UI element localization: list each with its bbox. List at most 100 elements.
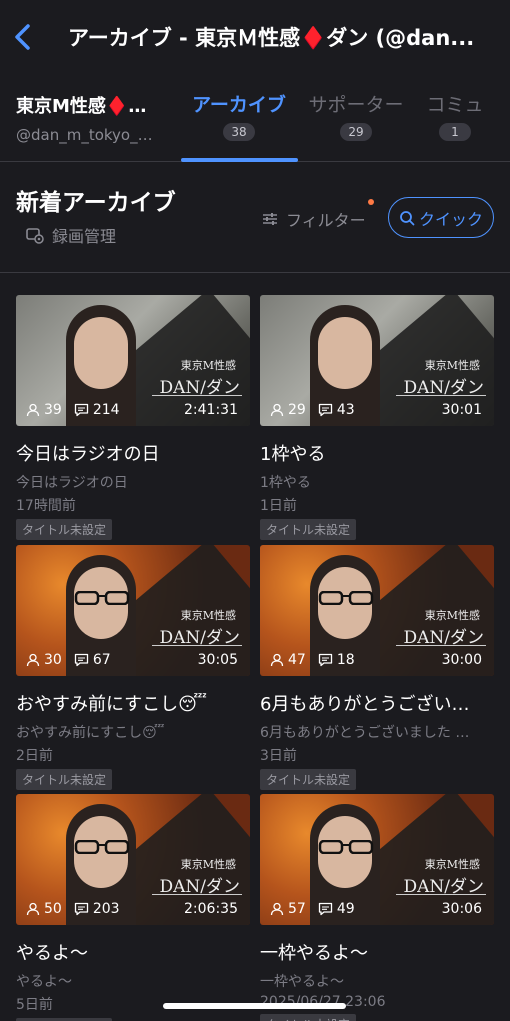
archive-subtitle: 一枠やるよ〜 bbox=[260, 974, 344, 990]
archive-section-header: 新着アーカイブ 録画管理 フィルター クイック bbox=[0, 163, 510, 273]
comment-icon bbox=[318, 902, 332, 916]
thumbnail-glasses bbox=[318, 840, 374, 854]
user-icon bbox=[270, 902, 284, 916]
comment-count: 18 bbox=[336, 652, 355, 668]
filter-sliders-icon bbox=[263, 213, 277, 225]
viewer-stat: 30 bbox=[26, 652, 62, 668]
viewer-stat: 39 bbox=[26, 402, 62, 418]
comment-icon bbox=[74, 653, 88, 667]
thumbnail-rule bbox=[396, 894, 486, 895]
comment-stat: 18 bbox=[318, 652, 355, 668]
viewer-count: 30 bbox=[44, 652, 62, 668]
filter-button[interactable]: フィルター bbox=[262, 207, 366, 231]
channel-tab-bar: 東京M性感♦️… @dan_m_tokyo_… アーカイブ 38 サポーター 2… bbox=[0, 74, 510, 162]
user-icon bbox=[26, 403, 40, 417]
archive-card[interactable]: 東京M性感 DAN/ダン 39 214 2:41:31 今日はラジオの日 今日は… bbox=[16, 295, 250, 540]
recording-settings-icon bbox=[26, 228, 44, 244]
thumbnail-brand-small: 東京M性感 bbox=[180, 858, 236, 871]
comment-icon bbox=[318, 653, 332, 667]
archive-stats: 30 67 bbox=[26, 652, 111, 668]
archive-thumbnail[interactable]: 東京M性感 DAN/ダン 29 43 30:01 bbox=[260, 295, 494, 426]
thumbnail-brand-small: 東京M性感 bbox=[424, 858, 480, 871]
archive-thumbnail[interactable]: 東京M性感 DAN/ダン 57 49 30:06 bbox=[260, 794, 494, 925]
archive-tag: タイトル未設定 bbox=[260, 519, 357, 540]
recording-management-button[interactable]: 録画管理 bbox=[26, 223, 116, 247]
thumbnail-brand-small: 東京M性感 bbox=[180, 359, 236, 372]
archive-card[interactable]: 東京M性感 DAN/ダン 50 203 2:06:35 やるよ〜 やるよ〜 5日… bbox=[16, 794, 250, 1021]
archive-card[interactable]: 東京M性感 DAN/ダン 30 67 30:05 おやすみ前にすこし😴 おやすみ… bbox=[16, 545, 250, 790]
comment-stat: 43 bbox=[318, 402, 355, 418]
active-tab-indicator bbox=[181, 158, 298, 162]
comment-stat: 214 bbox=[74, 402, 120, 418]
thumbnail-glasses bbox=[74, 341, 130, 355]
tab-community-label: コミュ bbox=[426, 94, 484, 116]
filter-notification-dot bbox=[368, 199, 374, 205]
thumbnail-glasses bbox=[318, 591, 374, 605]
tab-archive[interactable]: アーカイブ 38 bbox=[190, 90, 288, 141]
duration-label: 30:05 bbox=[197, 652, 238, 668]
comment-stat: 49 bbox=[318, 901, 355, 917]
viewer-stat: 29 bbox=[270, 402, 306, 418]
thumbnail-rule bbox=[152, 395, 242, 396]
archive-card[interactable]: 東京M性感 DAN/ダン 29 43 30:01 1枠やる 1枠やる 1日前 タ… bbox=[260, 295, 494, 540]
archive-thumbnail[interactable]: 東京M性感 DAN/ダン 39 214 2:41:31 bbox=[16, 295, 250, 426]
archive-thumbnail[interactable]: 東京M性感 DAN/ダン 30 67 30:05 bbox=[16, 545, 250, 676]
viewer-count: 47 bbox=[288, 652, 306, 668]
comment-stat: 67 bbox=[74, 652, 111, 668]
channel-handle: @dan_m_tokyo_… bbox=[16, 126, 153, 144]
archive-title: 1枠やる bbox=[260, 444, 326, 465]
tab-archive-count: 38 bbox=[223, 123, 255, 141]
comment-icon bbox=[318, 403, 332, 417]
archive-time: 17時間前 bbox=[16, 498, 76, 514]
viewer-count: 39 bbox=[44, 402, 62, 418]
thumbnail-rule bbox=[152, 894, 242, 895]
archive-card[interactable]: 東京M性感 DAN/ダン 47 18 30:00 6月もありがとうござい… 6月… bbox=[260, 545, 494, 790]
archive-title: 今日はラジオの日 bbox=[16, 444, 160, 465]
tab-archive-label: アーカイブ bbox=[192, 94, 286, 116]
comment-stat: 203 bbox=[74, 901, 120, 917]
archive-stats: 57 49 bbox=[270, 901, 355, 917]
viewer-count: 57 bbox=[288, 901, 306, 917]
tab-supporter[interactable]: サポーター 29 bbox=[306, 90, 406, 141]
archive-time: 2日前 bbox=[16, 748, 53, 764]
archive-title: 6月もありがとうござい… bbox=[260, 694, 470, 715]
comment-count: 67 bbox=[92, 652, 111, 668]
thumbnail-glasses bbox=[74, 840, 130, 854]
comment-icon bbox=[74, 902, 88, 916]
thumbnail-brand-small: 東京M性感 bbox=[424, 359, 480, 372]
search-icon bbox=[400, 210, 415, 225]
archive-stats: 39 214 bbox=[26, 402, 120, 418]
channel-info[interactable]: 東京M性感♦️… @dan_m_tokyo_… bbox=[16, 92, 166, 144]
archive-subtitle: 1枠やる bbox=[260, 475, 311, 491]
comment-count: 43 bbox=[336, 402, 355, 418]
archive-title: 一枠やるよ〜 bbox=[260, 943, 368, 964]
archive-title: やるよ〜 bbox=[16, 943, 88, 964]
user-icon bbox=[270, 403, 284, 417]
archive-stats: 47 18 bbox=[270, 652, 355, 668]
viewer-stat: 47 bbox=[270, 652, 306, 668]
archive-thumbnail[interactable]: 東京M性感 DAN/ダン 50 203 2:06:35 bbox=[16, 794, 250, 925]
archive-card[interactable]: 東京M性感 DAN/ダン 57 49 30:06 一枠やるよ〜 一枠やるよ〜 2… bbox=[260, 794, 494, 1021]
duration-label: 30:06 bbox=[441, 901, 482, 917]
thumbnail-brand-small: 東京M性感 bbox=[180, 609, 236, 622]
archive-stats: 29 43 bbox=[270, 402, 355, 418]
duration-label: 2:41:31 bbox=[184, 402, 238, 418]
comment-count: 214 bbox=[92, 402, 120, 418]
tab-supporter-count: 29 bbox=[340, 123, 372, 141]
viewer-count: 29 bbox=[288, 402, 306, 418]
user-icon bbox=[26, 653, 40, 667]
back-chevron-icon[interactable] bbox=[8, 20, 36, 54]
quick-search-button[interactable]: クイック bbox=[388, 197, 494, 238]
archive-tag: タイトル未設定 bbox=[260, 1014, 357, 1021]
top-bar: アーカイブ - 東京Ｍ性感♦️ダン (@dan... bbox=[0, 0, 510, 74]
thumbnail-glasses bbox=[74, 591, 130, 605]
duration-label: 2:06:35 bbox=[184, 901, 238, 917]
archive-thumbnail[interactable]: 東京M性感 DAN/ダン 47 18 30:00 bbox=[260, 545, 494, 676]
thumbnail-glasses bbox=[318, 341, 374, 355]
duration-label: 30:01 bbox=[441, 402, 482, 418]
user-icon bbox=[26, 902, 40, 916]
page-title: アーカイブ - 東京Ｍ性感♦️ダン (@dan... bbox=[68, 26, 475, 50]
tab-community[interactable]: コミュ 1 bbox=[424, 90, 486, 141]
archive-tag: タイトル未設定 bbox=[260, 769, 357, 790]
comment-count: 203 bbox=[92, 901, 120, 917]
